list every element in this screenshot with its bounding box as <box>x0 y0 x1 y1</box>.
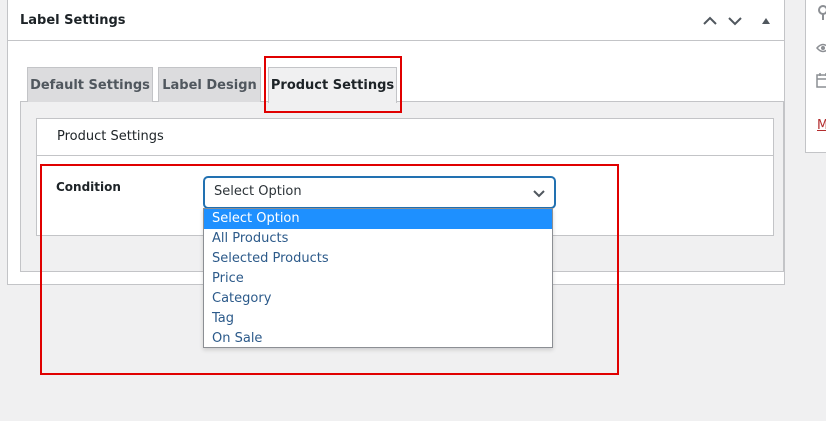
move-to-trash-link[interactable]: M <box>817 118 826 133</box>
option-tag[interactable]: Tag <box>204 309 552 329</box>
option-select-option[interactable]: Select Option <box>204 209 552 229</box>
tab-label-design[interactable]: Label Design <box>158 67 261 102</box>
chevron-up-icon <box>703 16 717 25</box>
calendar-icon <box>816 73 826 88</box>
option-category[interactable]: Category <box>204 289 552 309</box>
panel-title: Product Settings <box>37 119 773 156</box>
toggle-panel-button[interactable] <box>757 12 775 30</box>
chevron-down-icon <box>728 17 742 26</box>
option-on-sale[interactable]: On Sale <box>204 329 552 349</box>
tab-product-settings[interactable]: Product Settings <box>268 67 397 103</box>
publish-sidebar-box: M <box>805 0 826 153</box>
condition-dropdown-list: Select Option All Products Selected Prod… <box>203 208 553 348</box>
eye-icon <box>816 43 826 53</box>
metabox-title: Label Settings <box>20 13 126 28</box>
pin-icon <box>818 5 826 20</box>
tab-default-settings[interactable]: Default Settings <box>27 67 153 102</box>
caret-up-icon <box>762 18 770 24</box>
move-down-button[interactable] <box>726 12 744 30</box>
move-up-button[interactable] <box>701 12 719 30</box>
metabox-header: Label Settings <box>8 0 784 41</box>
condition-select[interactable]: Select Option <box>204 177 555 208</box>
condition-label: Condition <box>56 180 121 194</box>
condition-select-value: Select Option <box>214 184 302 199</box>
option-price[interactable]: Price <box>204 269 552 289</box>
option-all-products[interactable]: All Products <box>204 229 552 249</box>
chevron-down-icon <box>533 190 545 198</box>
option-selected-products[interactable]: Selected Products <box>204 249 552 269</box>
